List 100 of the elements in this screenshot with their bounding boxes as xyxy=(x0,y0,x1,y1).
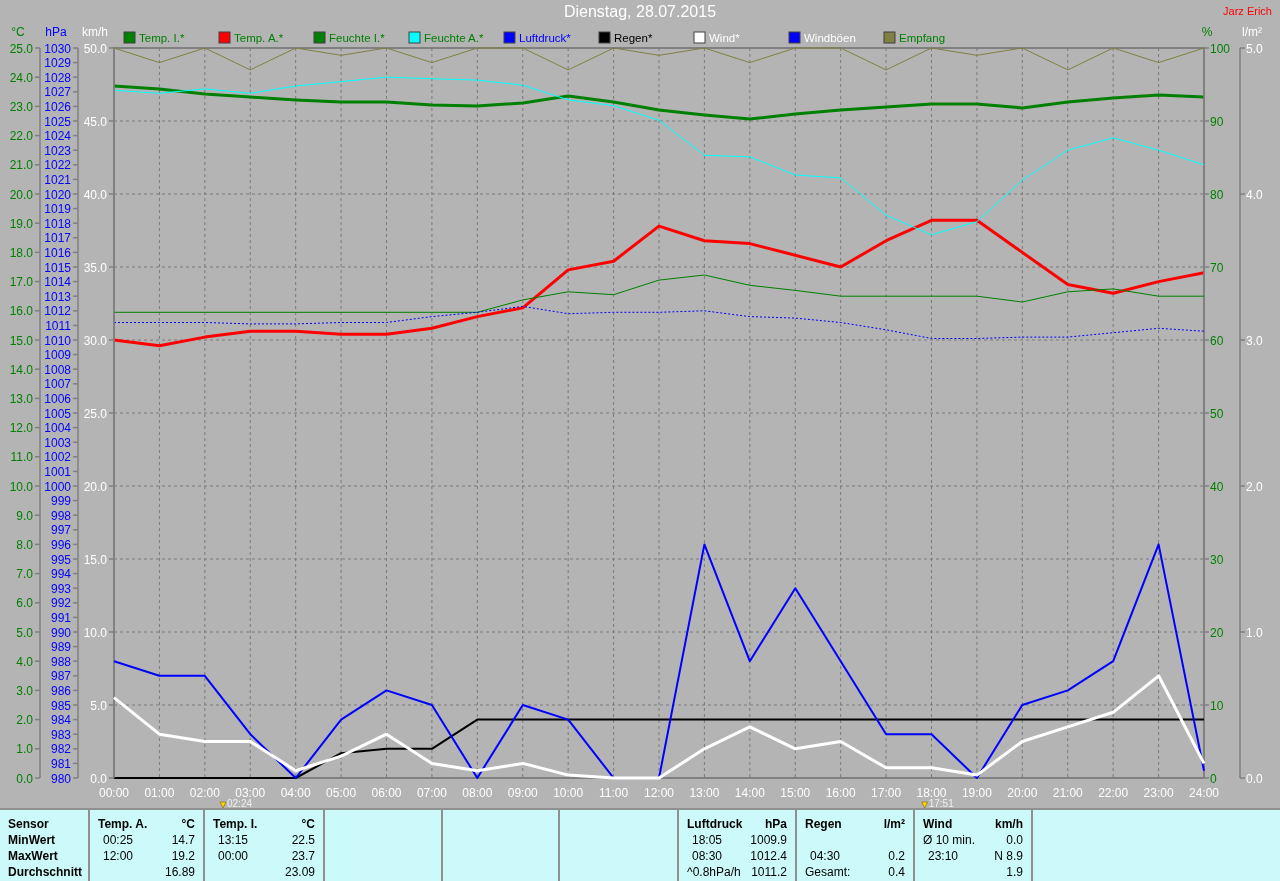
axis-label: 10.0 xyxy=(9,479,33,494)
axis-label: 1026 xyxy=(44,99,71,114)
table-cell: 1012.4 xyxy=(750,848,787,864)
axis-label: 0.0 xyxy=(1246,771,1263,786)
axis-label: 1021 xyxy=(44,172,71,187)
axis-label: 986 xyxy=(50,683,71,698)
axis-label: 985 xyxy=(50,698,71,713)
axis-label: 7.0 xyxy=(16,567,33,582)
column-header: Luftdruck xyxy=(687,816,743,832)
axis-label: 21:00 xyxy=(1052,786,1083,800)
axis-label: 01:00 xyxy=(144,786,175,800)
axis-label: 17:00 xyxy=(871,786,902,800)
axis-label: 25.0 xyxy=(83,406,107,421)
axis-label: 991 xyxy=(50,610,71,625)
axis-label: 1025 xyxy=(44,114,71,129)
axis-label: 982 xyxy=(50,742,71,757)
axis-title: °C xyxy=(11,25,25,39)
axis-label: 997 xyxy=(50,523,71,538)
axis-label: 995 xyxy=(50,552,71,567)
axis-label: 5.0 xyxy=(16,625,33,640)
table-cell: 1009.9 xyxy=(750,832,787,848)
legend-label: Temp. I.* xyxy=(139,32,185,44)
table-cell: 23.09 xyxy=(284,864,315,880)
axis-label: 996 xyxy=(50,537,71,552)
axis-label: 2.0 xyxy=(16,713,33,728)
axis-title: l/m² xyxy=(1242,25,1262,39)
axis-label: 50.0 xyxy=(83,41,107,56)
axis-label: 0.0 xyxy=(16,771,33,786)
axis-label: 08:00 xyxy=(462,786,493,800)
legend-label: Temp. A.* xyxy=(234,32,284,44)
axis-label: 4.0 xyxy=(16,654,33,669)
table-cell: 1011.2 xyxy=(751,864,787,880)
axis-label: 1009 xyxy=(44,348,71,363)
axis-label: 06:00 xyxy=(371,786,402,800)
axis-label: 984 xyxy=(50,713,71,728)
axis-label: 5.0 xyxy=(1246,41,1263,56)
axis-label: 12:00 xyxy=(644,786,674,800)
table-cell: 0.2 xyxy=(888,848,905,864)
table-cell: Gesamt: xyxy=(805,864,851,880)
table-cell-text: 12:00 xyxy=(102,848,134,864)
axis-label: 30 xyxy=(1210,552,1224,567)
table-cell: ^0.8hPa/h xyxy=(687,864,741,880)
axis-label: 1024 xyxy=(44,129,71,144)
axis-label: 1030 xyxy=(44,41,71,56)
axis-label: 1003 xyxy=(44,435,71,450)
axis-label: 1015 xyxy=(44,260,71,275)
axis-label: 13:00 xyxy=(689,786,720,800)
legend-label: Wind* xyxy=(709,32,740,44)
axis-label: 11.0 xyxy=(10,450,33,465)
axis-label: 1008 xyxy=(44,362,71,377)
axis-label: 40.0 xyxy=(83,187,107,202)
axis-label: 992 xyxy=(50,596,71,611)
axis-label: 02:00 xyxy=(189,786,220,800)
axis-label: 1005 xyxy=(44,406,71,421)
axis-label: 18.0 xyxy=(9,245,33,260)
axis-label: 15:00 xyxy=(780,786,811,800)
axis-label: 1016 xyxy=(44,245,71,260)
legend-label: Feuchte I.* xyxy=(329,32,385,44)
column-header: Regen xyxy=(805,816,842,832)
axis-label: 980 xyxy=(50,771,71,786)
axis-label: 5.0 xyxy=(90,698,107,713)
axis-label: 90 xyxy=(1210,114,1224,129)
axis-label: 23.0 xyxy=(9,99,33,114)
axis-label: 07:00 xyxy=(416,786,447,800)
axis-label: 40 xyxy=(1210,479,1224,494)
axis-label: 20 xyxy=(1210,625,1224,640)
axis-label: 987 xyxy=(50,669,71,684)
axis-label: 35.0 xyxy=(83,260,107,275)
unit-header: °C xyxy=(301,816,315,832)
axis-label: 25.0 xyxy=(9,41,33,56)
legend-label: Regen* xyxy=(614,32,653,44)
axis-label: 03:00 xyxy=(235,786,266,800)
legend-label: Luftdruck* xyxy=(519,32,571,44)
column-header: Wind xyxy=(923,816,953,832)
table-cell: 23.7 xyxy=(291,848,315,864)
table-cell: Ø 10 min. xyxy=(923,832,976,848)
axis-label: 1013 xyxy=(44,289,71,304)
axis-label: 10 xyxy=(1210,698,1224,713)
axis-title: hPa xyxy=(45,25,67,39)
axis-label: 05:00 xyxy=(326,786,357,800)
axis-label: 8.0 xyxy=(16,537,33,552)
table-cell: 0.0 xyxy=(1006,832,1023,848)
axis-label: 1007 xyxy=(44,377,71,392)
axis-label: 22:00 xyxy=(1098,786,1129,800)
legend-label: Empfang xyxy=(899,32,946,44)
axis-label: 1029 xyxy=(44,56,71,71)
axis-label: 981 xyxy=(50,756,71,771)
axis-label: 990 xyxy=(50,625,71,640)
row-label: MinWert xyxy=(8,832,56,848)
axis-label: 1001 xyxy=(44,464,71,479)
column-header: Sensor xyxy=(8,816,49,832)
axis-label: 23:00 xyxy=(1143,786,1174,800)
table-cell-text: 00:25 xyxy=(102,832,134,848)
axis-label: 11:00 xyxy=(599,786,629,800)
axis-label: 30.0 xyxy=(83,333,107,348)
column-header: Temp. I. xyxy=(213,816,258,832)
axis-label: 1027 xyxy=(44,85,71,100)
axis-label: 989 xyxy=(50,640,71,655)
axis-label: 4.0 xyxy=(1246,187,1263,202)
legend-label: Windböen xyxy=(804,32,856,44)
